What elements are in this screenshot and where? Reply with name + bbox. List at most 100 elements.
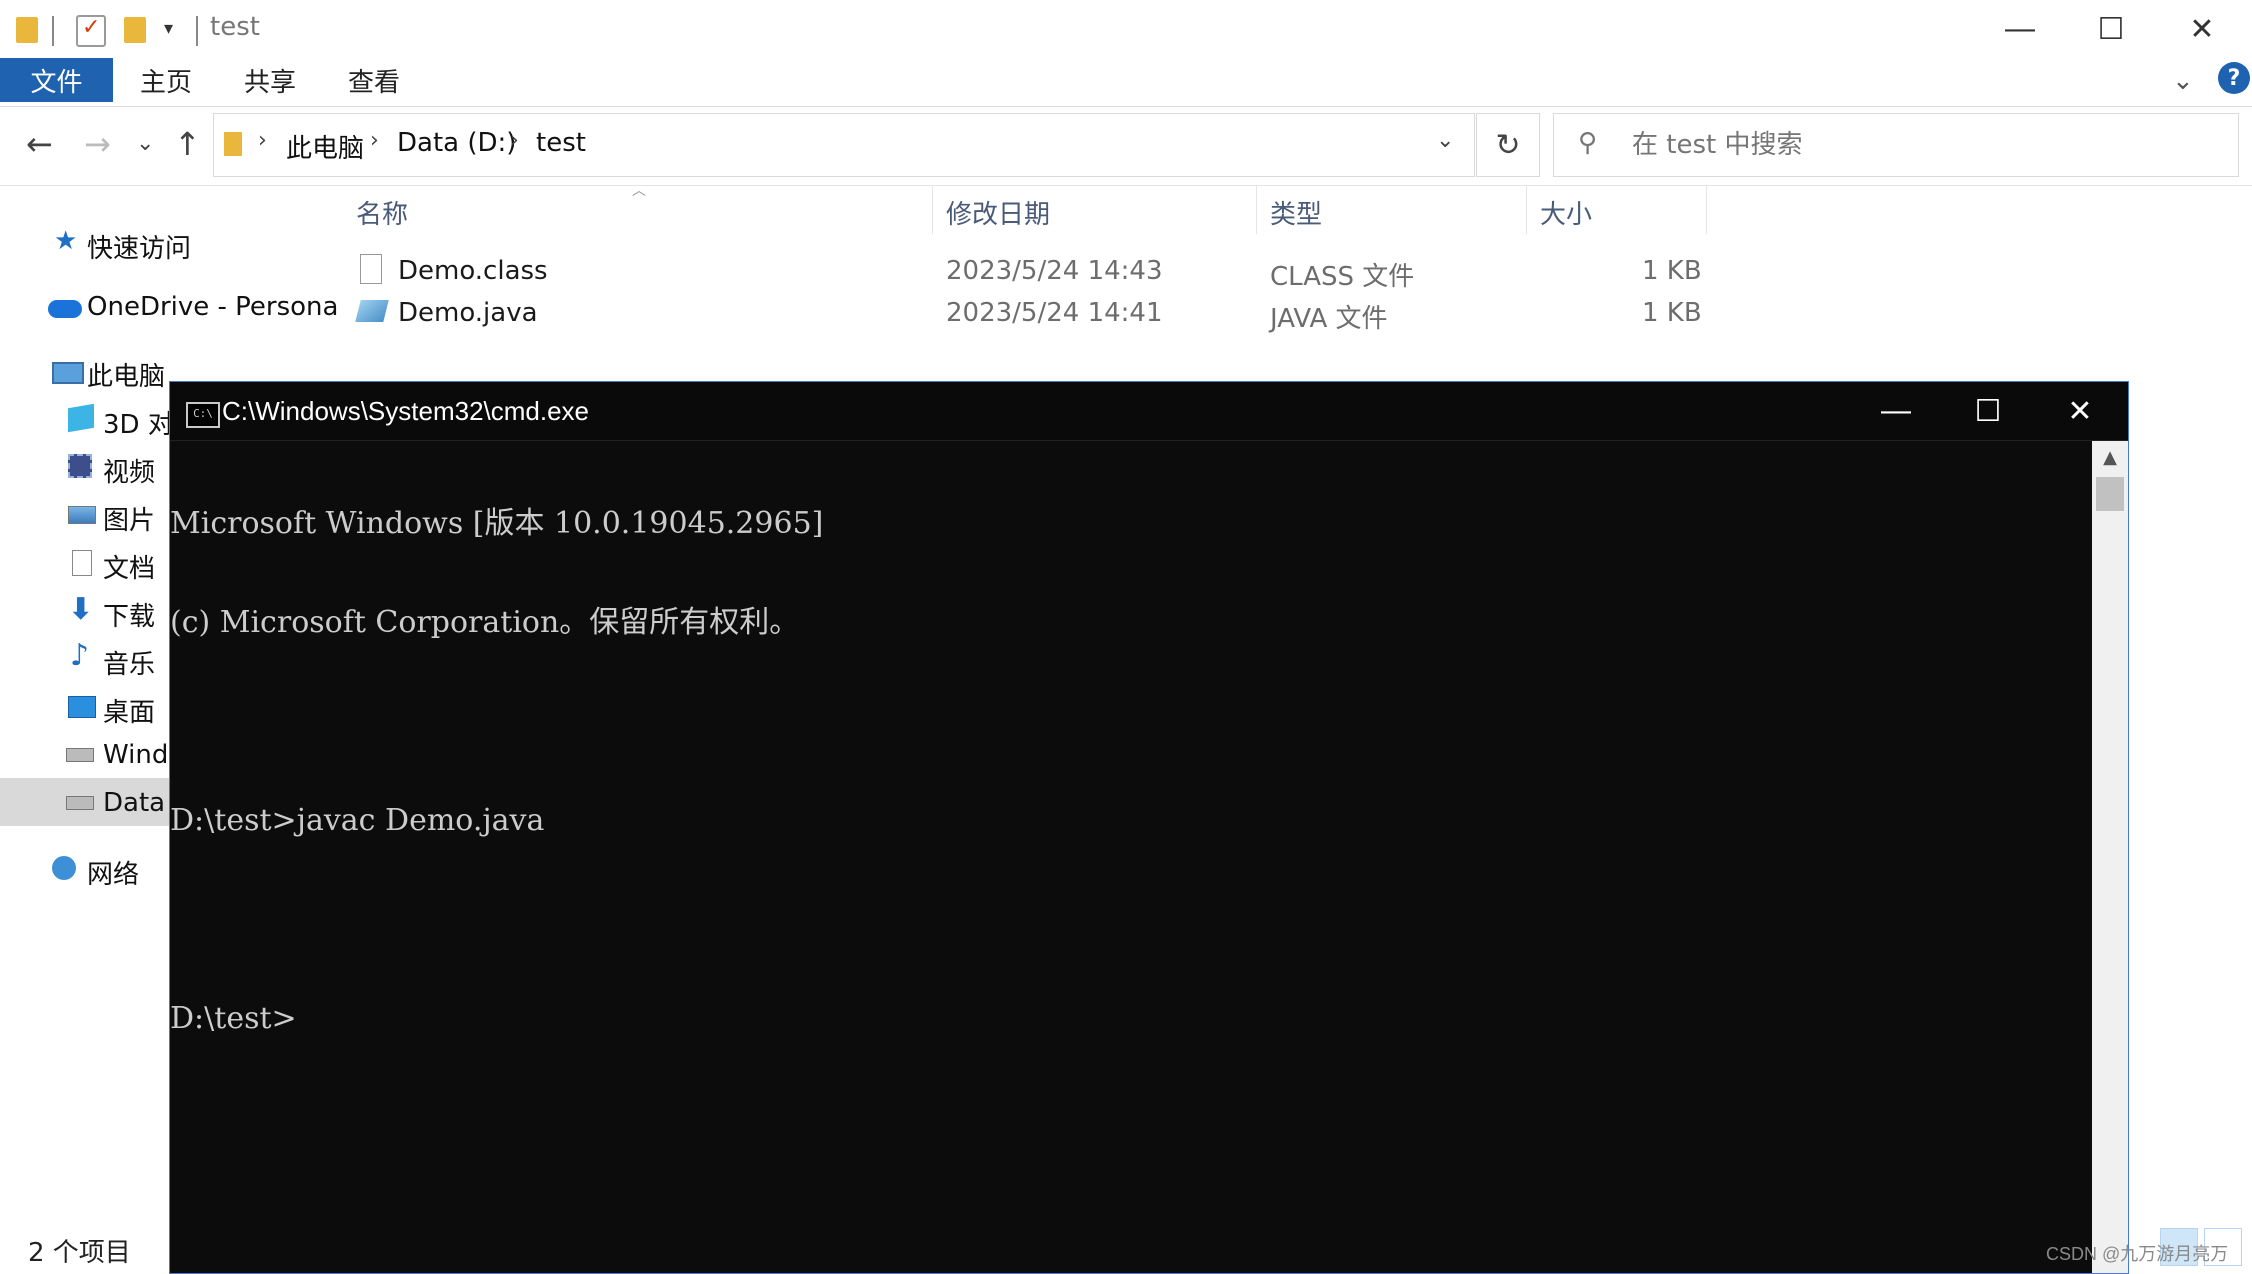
cmd-title-bar[interactable]: C:\ C:\Windows\System32\cmd.exe ― ☐ ✕ bbox=[170, 382, 2128, 441]
address-bar[interactable]: › 此电脑 › Data (D:) › test ⌄ bbox=[213, 113, 1475, 177]
up-arrow-icon[interactable]: ↑ bbox=[174, 125, 201, 163]
console-output[interactable]: Microsoft Windows [版本 10.0.19045.2965] (… bbox=[170, 441, 2090, 1273]
drive-icon bbox=[66, 796, 94, 810]
column-header-name[interactable]: 名称 bbox=[356, 194, 408, 231]
refresh-button[interactable]: ↻ bbox=[1476, 113, 1540, 177]
sidebar-item-label: 快速访问 bbox=[87, 234, 192, 264]
minimize-button[interactable]: ― bbox=[1975, 0, 2065, 58]
watermark: CSDN @九万游月亮万 bbox=[2046, 1244, 2229, 1264]
cloud-icon bbox=[48, 300, 82, 318]
file-modified: 2023/5/24 14:43 bbox=[946, 256, 1163, 286]
cmd-minimize-button[interactable]: ― bbox=[1850, 382, 1942, 440]
forward-arrow-icon[interactable]: → bbox=[84, 125, 111, 163]
picture-icon bbox=[68, 506, 96, 524]
breadcrumb-this-pc[interactable]: 此电脑 bbox=[286, 128, 364, 165]
sidebar-item-label: 下载 bbox=[103, 602, 156, 632]
column-divider[interactable] bbox=[1256, 186, 1257, 234]
desktop-icon bbox=[68, 696, 96, 718]
file-name: Demo.java bbox=[398, 298, 538, 328]
column-divider[interactable] bbox=[932, 186, 933, 234]
tab-view[interactable]: 查看 bbox=[348, 58, 400, 102]
sidebar-item-label: 图片 bbox=[103, 506, 156, 536]
blank-file-icon bbox=[360, 254, 382, 284]
computer-icon bbox=[52, 362, 84, 384]
sidebar-item-label: 视频 bbox=[103, 458, 156, 488]
recent-locations-icon[interactable]: ⌄ bbox=[136, 131, 154, 156]
chevron-right-icon[interactable]: › bbox=[510, 128, 519, 153]
search-icon: ⚲ bbox=[1578, 128, 1598, 158]
tab-file[interactable]: 文件 bbox=[0, 58, 113, 102]
column-header-modified[interactable]: 修改日期 bbox=[946, 194, 1050, 231]
download-arrow-icon: ⬇ bbox=[68, 592, 94, 627]
music-note-icon: ♪ bbox=[70, 638, 90, 673]
column-divider[interactable] bbox=[1706, 186, 1707, 234]
cmd-window-title: C:\Windows\System32\cmd.exe bbox=[222, 396, 590, 426]
cmd-maximize-button[interactable]: ☐ bbox=[1942, 382, 2034, 440]
expand-ribbon-icon[interactable]: ⌄ bbox=[2172, 66, 2194, 96]
sort-ascending-icon: ︿ bbox=[632, 183, 646, 199]
file-list: ︿ 名称 修改日期 类型 大小 Demo.class 2023/5/24 14:… bbox=[318, 183, 2252, 386]
sidebar-item-label: 桌面 bbox=[103, 698, 156, 728]
java-file-icon bbox=[355, 300, 389, 322]
maximize-button[interactable]: ☐ bbox=[2066, 0, 2156, 58]
breadcrumb-test[interactable]: test bbox=[536, 128, 586, 158]
divider bbox=[196, 16, 198, 46]
network-icon bbox=[52, 856, 76, 880]
scroll-thumb[interactable] bbox=[2096, 477, 2124, 511]
window-title: test bbox=[210, 12, 260, 42]
scroll-up-icon[interactable]: ▲ bbox=[2092, 441, 2128, 475]
file-size: 1 KB bbox=[1642, 298, 1702, 328]
console-line: (c) Microsoft Corporation。保留所有权利。 bbox=[170, 605, 800, 640]
sidebar-item-quick-access[interactable]: ★ 快速访问 bbox=[0, 220, 318, 266]
table-row[interactable]: Demo.class 2023/5/24 14:43 CLASS 文件 1 KB bbox=[318, 252, 1718, 292]
cmd-scrollbar[interactable]: ▲ bbox=[2092, 441, 2128, 1273]
sidebar-item-label: 3D 对 bbox=[103, 410, 174, 440]
status-item-count: 2 个项目 bbox=[28, 1238, 131, 1268]
sidebar-item-label: 音乐 bbox=[103, 650, 156, 680]
navigation-bar: ← → ⌄ ↑ › 此电脑 › Data (D:) › test ⌄ ↻ ⚲ bbox=[0, 107, 2252, 186]
explorer-title-bar: ✓ ▾ test ― ☐ ✕ bbox=[0, 0, 2252, 58]
close-button[interactable]: ✕ bbox=[2157, 0, 2247, 58]
search-box[interactable]: ⚲ bbox=[1553, 113, 2239, 177]
file-size: 1 KB bbox=[1642, 256, 1702, 286]
help-icon[interactable]: ? bbox=[2218, 62, 2250, 94]
table-row[interactable]: Demo.java 2023/5/24 14:41 JAVA 文件 1 KB bbox=[318, 294, 1718, 334]
document-icon bbox=[72, 550, 92, 576]
column-header-size[interactable]: 大小 bbox=[1540, 194, 1592, 231]
cmd-close-button[interactable]: ✕ bbox=[2034, 382, 2126, 440]
sidebar-item-label: 网络 bbox=[87, 860, 140, 890]
cube-icon bbox=[68, 403, 94, 433]
file-modified: 2023/5/24 14:41 bbox=[946, 298, 1163, 328]
folder-icon bbox=[16, 17, 38, 43]
ribbon: 文件 主页 共享 查看 ⌄ ? bbox=[0, 58, 2252, 107]
console-line: D:\test>javac Demo.java bbox=[170, 803, 545, 838]
file-name: Demo.class bbox=[398, 256, 548, 286]
column-divider[interactable] bbox=[1526, 186, 1527, 234]
search-input[interactable] bbox=[1630, 126, 2214, 164]
cmd-icon: C:\ bbox=[186, 402, 220, 428]
sidebar-item-onedrive[interactable]: OneDrive - Persona bbox=[0, 284, 338, 330]
tab-share[interactable]: 共享 bbox=[244, 58, 296, 102]
new-folder-icon[interactable] bbox=[124, 17, 146, 43]
file-type: JAVA 文件 bbox=[1270, 304, 1388, 334]
file-type: CLASS 文件 bbox=[1270, 262, 1415, 292]
quick-access-dropdown-icon[interactable]: ▾ bbox=[164, 18, 173, 39]
console-prompt-line: D:\test> bbox=[170, 1001, 297, 1036]
film-icon bbox=[68, 454, 92, 478]
column-header-type[interactable]: 类型 bbox=[1270, 194, 1322, 231]
sidebar-item-label: 文档 bbox=[103, 554, 156, 584]
folder-icon bbox=[224, 132, 242, 156]
tab-home[interactable]: 主页 bbox=[140, 58, 192, 102]
breadcrumb-data-drive[interactable]: Data (D:) bbox=[397, 128, 516, 158]
cmd-window[interactable]: C:\ C:\Windows\System32\cmd.exe ― ☐ ✕ Mi… bbox=[169, 381, 2129, 1274]
address-dropdown-icon[interactable]: ⌄ bbox=[1436, 128, 1454, 153]
system-drive-icon bbox=[66, 748, 94, 762]
chevron-right-icon[interactable]: › bbox=[370, 128, 379, 153]
sidebar-item-label: OneDrive - Persona bbox=[87, 292, 339, 322]
back-arrow-icon[interactable]: ← bbox=[26, 125, 53, 163]
properties-icon[interactable]: ✓ bbox=[76, 15, 106, 47]
chevron-right-icon[interactable]: › bbox=[258, 128, 267, 153]
console-line: Microsoft Windows [版本 10.0.19045.2965] bbox=[170, 506, 824, 541]
